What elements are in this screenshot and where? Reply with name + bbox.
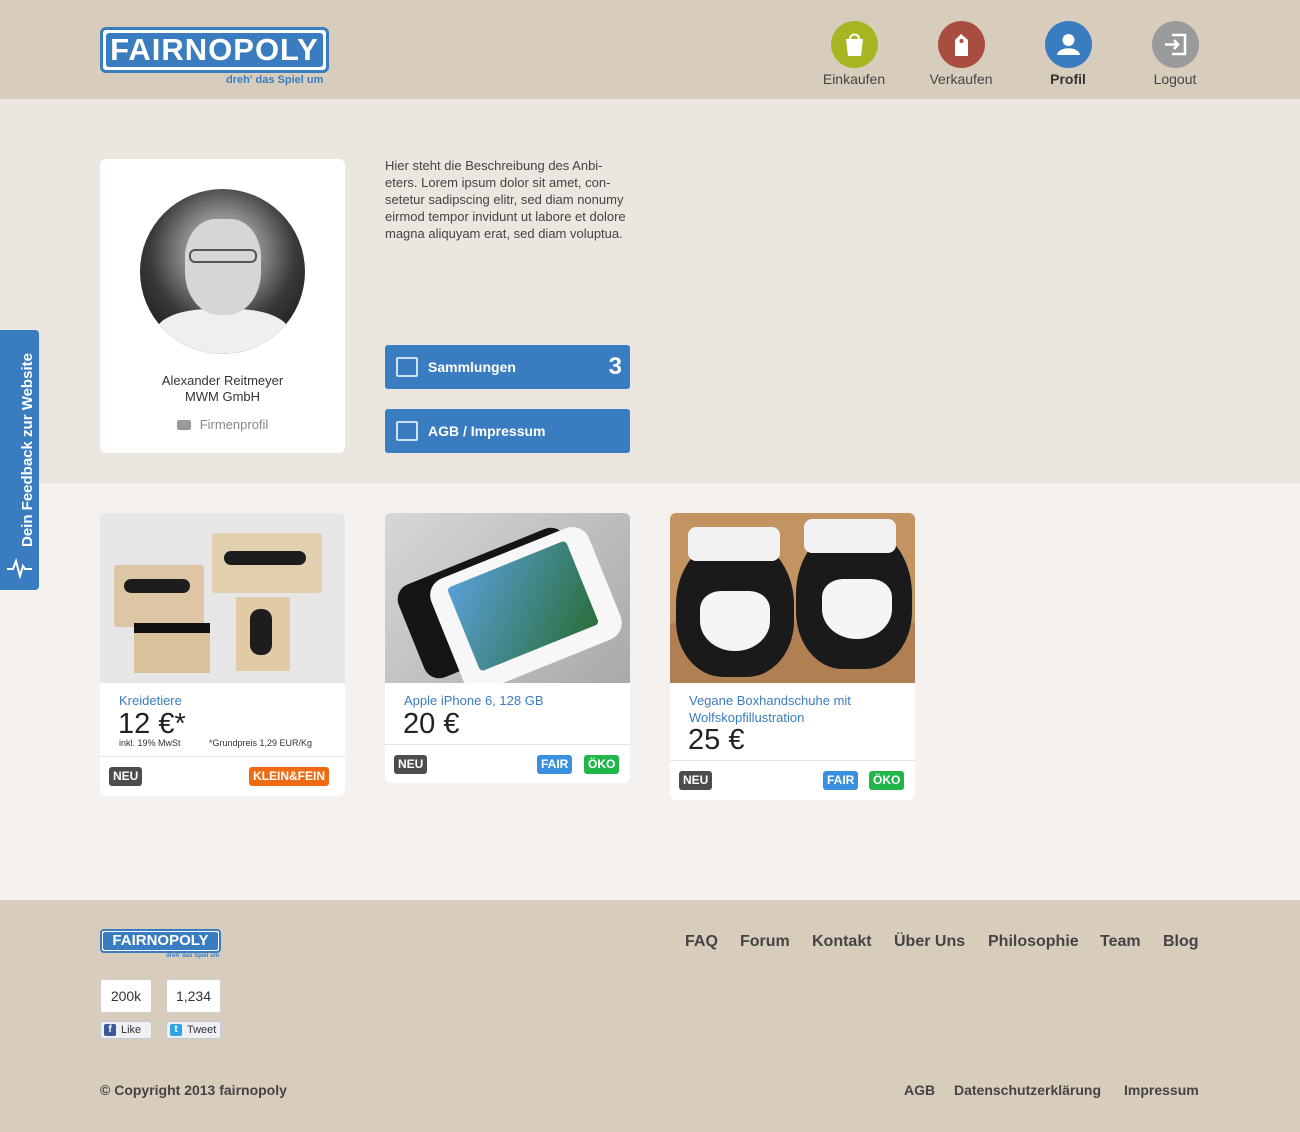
nav-label-verkaufen: Verkaufen bbox=[929, 71, 993, 87]
badge-neu: NEU bbox=[109, 767, 143, 786]
firm-profile-link[interactable]: Firmenprofil bbox=[100, 417, 345, 432]
seller-description: Hier steht die Beschreibung des Anbi-ete… bbox=[385, 158, 626, 241]
product-card[interactable]: Kreidetiere 12 €* inkl. 19% MwSt *Grundp… bbox=[100, 513, 345, 796]
facebook-like-button[interactable]: f Like bbox=[100, 1021, 152, 1039]
footer-link-forum[interactable]: Forum bbox=[740, 933, 790, 951]
product-card[interactable]: Vegane Boxhandschuhe mit Wolfskopfillust… bbox=[670, 513, 915, 800]
badge-fair: FAIR bbox=[823, 771, 859, 790]
document-icon bbox=[396, 421, 418, 441]
product-card[interactable]: Apple iPhone 6, 128 GB 20 € NEU FAIR ÖKO bbox=[385, 513, 630, 783]
product-image[interactable] bbox=[385, 513, 630, 683]
profile-company: MWM GmbH bbox=[184, 389, 261, 404]
box-icon bbox=[396, 357, 418, 377]
shopping-bag-icon bbox=[830, 21, 878, 68]
collections-button[interactable]: Sammlungen 3 bbox=[385, 345, 630, 389]
agb-label: AGB / Impressum bbox=[428, 423, 546, 439]
product-title[interactable]: Apple iPhone 6, 128 GB bbox=[404, 692, 614, 709]
feedback-tab[interactable]: Dein Feedback zur Website bbox=[0, 330, 39, 590]
footer-tagline: dreh' das Spiel um bbox=[166, 953, 220, 959]
footer-logo-text: FAIRNOPOLY bbox=[103, 932, 218, 950]
nav-logout[interactable]: Logout bbox=[1130, 21, 1220, 87]
collections-count: 3 bbox=[608, 353, 622, 380]
profile-name: Alexander Reitmeyer bbox=[161, 373, 284, 388]
price-tag-icon bbox=[937, 21, 985, 68]
product-price: 25 € bbox=[688, 724, 745, 756]
briefcase-icon bbox=[176, 420, 191, 430]
firm-profile-label: Firmenprofil bbox=[199, 417, 269, 432]
footer-link-team[interactable]: Team bbox=[1100, 933, 1141, 951]
product-title[interactable]: Kreidetiere bbox=[119, 692, 329, 709]
twitter-bird-icon: t bbox=[170, 1024, 182, 1036]
legal-link-agb[interactable]: AGB bbox=[904, 1082, 935, 1098]
fairnopoly-logo[interactable]: FAIRNOPOLY bbox=[100, 27, 329, 73]
nav-einkaufen[interactable]: Einkaufen bbox=[809, 21, 899, 87]
nav-verkaufen[interactable]: Verkaufen bbox=[916, 21, 1006, 87]
badge-fair: FAIR bbox=[537, 755, 573, 774]
product-price: 12 €* bbox=[118, 708, 186, 740]
footer-link-kontakt[interactable]: Kontakt bbox=[812, 933, 872, 951]
user-icon bbox=[1044, 21, 1092, 68]
profile-card: Alexander Reitmeyer MWM GmbH Firmenprofi… bbox=[100, 159, 345, 453]
copyright: © Copyright 2013 fairnopoly bbox=[100, 1082, 287, 1098]
badge-klein-fein: KLEIN&FEIN bbox=[249, 767, 329, 786]
product-image[interactable] bbox=[670, 513, 915, 683]
facebook-like-label: Like bbox=[121, 1024, 142, 1036]
nav-label-einkaufen: Einkaufen bbox=[822, 71, 886, 87]
collections-label: Sammlungen bbox=[428, 359, 516, 375]
base-price: *Grundpreis 1,29 EUR/Kg bbox=[209, 738, 313, 748]
agb-impressum-button[interactable]: AGB / Impressum bbox=[385, 409, 630, 453]
badge-neu: NEU bbox=[679, 771, 713, 790]
legal-link-datenschutz[interactable]: Datenschutzerklärung bbox=[954, 1082, 1101, 1098]
product-title[interactable]: Vegane Boxhandschuhe mit Wolfskopfillust… bbox=[689, 692, 899, 726]
tweet-button[interactable]: t Tweet bbox=[166, 1021, 221, 1039]
footer-link-faq[interactable]: FAQ bbox=[685, 933, 718, 951]
badge-oko: ÖKO bbox=[584, 755, 620, 774]
product-image[interactable] bbox=[100, 513, 345, 683]
legal-link-impressum[interactable]: Impressum bbox=[1124, 1082, 1199, 1098]
logo-text: FAIRNOPOLY bbox=[106, 33, 323, 67]
tweet-count: 1,234 bbox=[166, 979, 221, 1013]
badge-neu: NEU bbox=[394, 755, 428, 774]
nav-profil[interactable]: Profil bbox=[1023, 21, 1113, 87]
facebook-like-count: 200k bbox=[100, 979, 152, 1013]
pulse-icon bbox=[7, 557, 32, 579]
logo-tagline: dreh' das Spiel um bbox=[226, 74, 324, 86]
footer-link-philosophie[interactable]: Philosophie bbox=[988, 933, 1079, 951]
nav-label-profil: Profil bbox=[1050, 71, 1086, 87]
tweet-label: Tweet bbox=[187, 1024, 217, 1036]
badge-oko: ÖKO bbox=[869, 771, 905, 790]
avatar bbox=[140, 189, 305, 354]
vat-note: inkl. 19% MwSt bbox=[119, 738, 181, 748]
product-price: 20 € bbox=[403, 708, 460, 740]
facebook-icon: f bbox=[104, 1024, 116, 1036]
logout-icon bbox=[1151, 21, 1199, 68]
footer-logo[interactable]: FAIRNOPOLY bbox=[100, 929, 221, 953]
feedback-label: Dein Feedback zur Website bbox=[19, 353, 36, 547]
nav-label-logout: Logout bbox=[1153, 71, 1197, 87]
footer-link-ueber-uns[interactable]: Über Uns bbox=[894, 933, 965, 951]
footer-link-blog[interactable]: Blog bbox=[1163, 933, 1199, 951]
